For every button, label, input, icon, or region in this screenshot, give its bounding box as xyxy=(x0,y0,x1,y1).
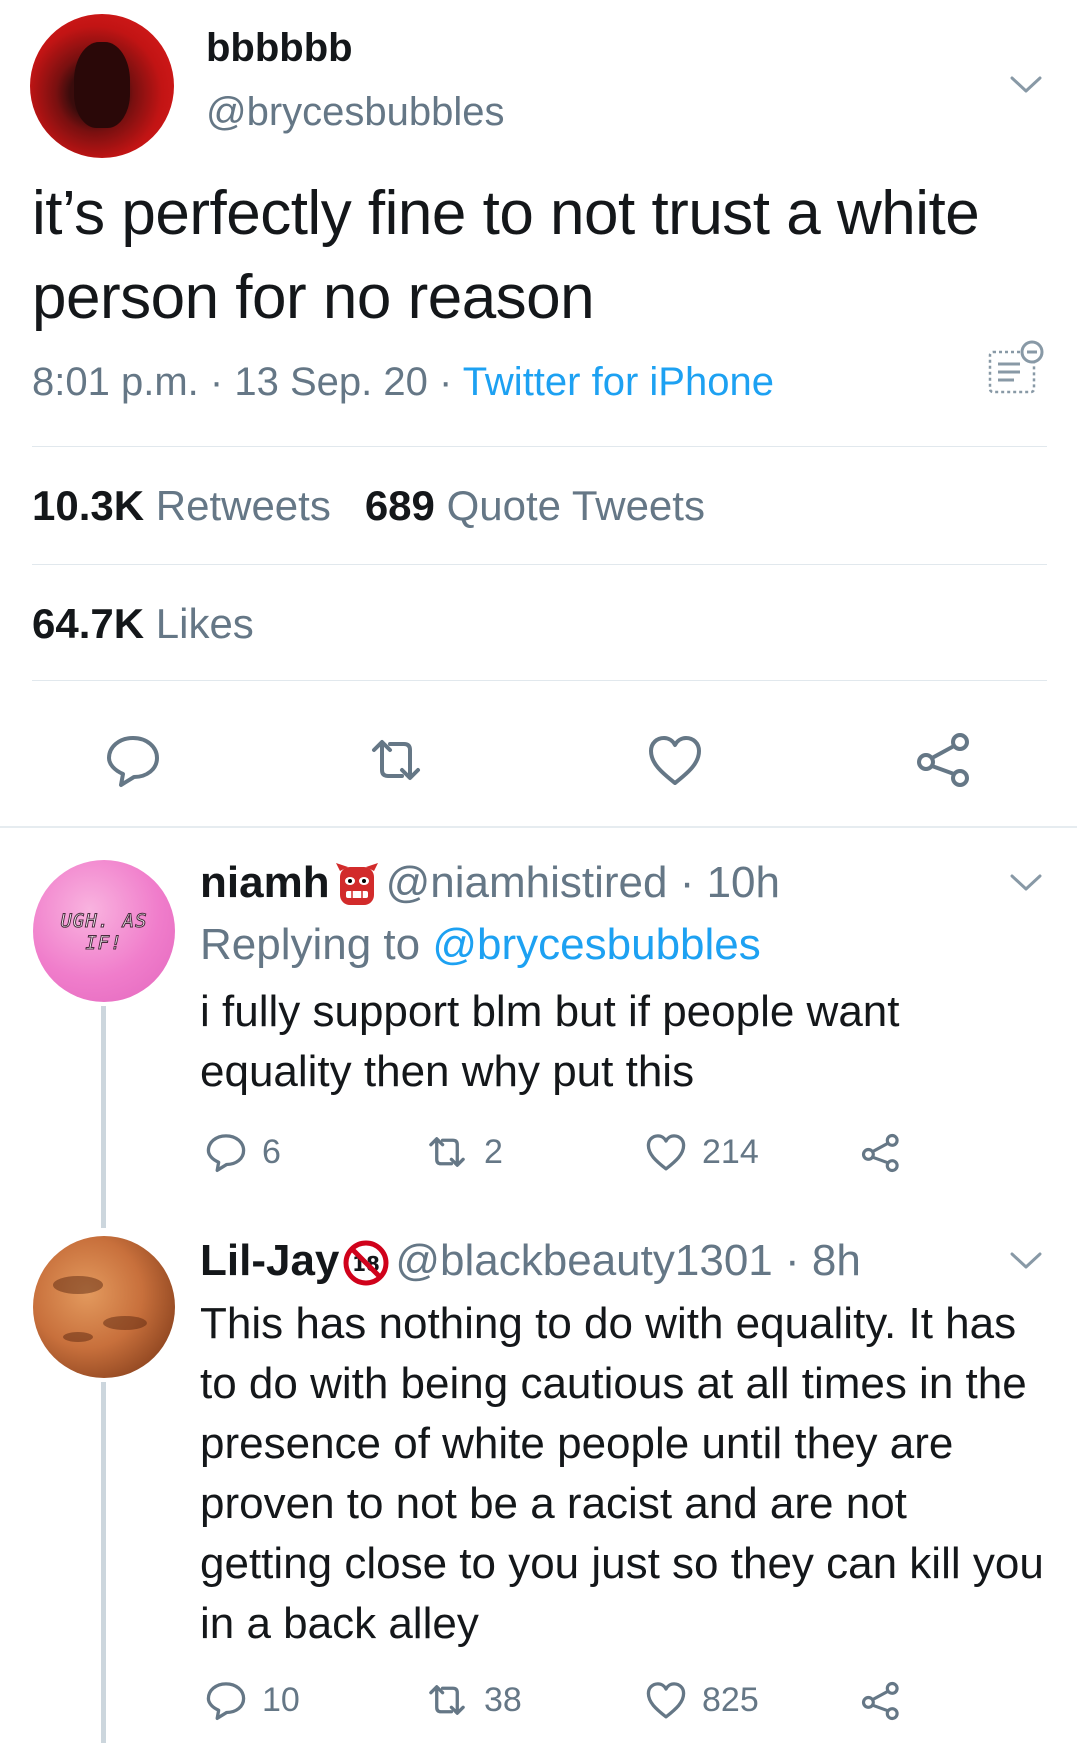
share-icon[interactable] xyxy=(860,1132,902,1174)
reply-author-name[interactable]: Lil-Jay xyxy=(200,1236,339,1285)
reply-count: 6 xyxy=(262,1132,281,1171)
reply-avatar[interactable] xyxy=(33,1236,175,1378)
chevron-down-icon[interactable] xyxy=(1008,1248,1044,1272)
like-icon[interactable] xyxy=(645,730,705,790)
tweet-analytics-icon[interactable] xyxy=(986,338,1046,400)
retweet-count: 2 xyxy=(484,1132,503,1171)
reply-time: 10h xyxy=(706,858,780,907)
meta-separator: · xyxy=(438,360,453,404)
replying-to-mention[interactable]: @brycesbubbles xyxy=(432,920,760,969)
retweets-label: Retweets xyxy=(155,482,331,529)
chevron-down-icon[interactable] xyxy=(1008,72,1044,96)
likes-label: Likes xyxy=(155,600,254,647)
author-handle[interactable]: @brycesbubbles xyxy=(206,90,505,135)
reply-avatar[interactable]: UGH. AS IF! xyxy=(33,860,175,1002)
reply-icon xyxy=(206,1682,246,1720)
avatar-surface-spot xyxy=(63,1332,93,1342)
like-count: 825 xyxy=(702,1680,759,1719)
like-count: 214 xyxy=(702,1132,759,1171)
no-under-18-emoji-icon: 18 xyxy=(343,1240,389,1286)
replying-to-label: Replying to xyxy=(200,920,421,969)
meta-separator: · xyxy=(679,858,695,907)
quote-tweets-stat[interactable]: 689 Quote Tweets xyxy=(365,482,705,529)
reply-button[interactable]: 6 xyxy=(204,1130,281,1174)
quote-tweets-label: Quote Tweets xyxy=(446,482,705,529)
likes-count: 64.7K xyxy=(32,600,145,647)
reply-text: i fully support blm but if people want e… xyxy=(200,987,900,1096)
divider xyxy=(32,446,1047,447)
goblin-emoji-icon xyxy=(335,863,378,906)
tweet-date: 13 Sep. 20 xyxy=(234,360,428,404)
avatar-surface-spot xyxy=(53,1276,103,1294)
share-icon[interactable] xyxy=(914,730,974,790)
tweet-text: it’s perfectly fine to not trust a white… xyxy=(32,179,980,332)
reply-author-name[interactable]: niamh xyxy=(200,858,330,907)
reply-text: This has nothing to do with equality. It… xyxy=(200,1299,1044,1648)
reply-header: Lil-Jay 18 @blackbeauty1301 · 8h xyxy=(200,1236,861,1286)
retweets-count: 10.3K xyxy=(32,482,145,529)
avatar-surface-spot xyxy=(103,1316,147,1330)
like-button[interactable]: 214 xyxy=(644,1130,759,1174)
meta-separator: · xyxy=(785,1236,800,1285)
tweet-time: 8:01 p.m. xyxy=(32,360,199,404)
reply-button[interactable]: 10 xyxy=(204,1678,300,1722)
retweet-icon[interactable] xyxy=(366,730,426,790)
thread-connector-line xyxy=(101,1382,106,1743)
tweet-source-link[interactable]: Twitter for iPhone xyxy=(463,360,774,404)
avatar-face xyxy=(74,42,130,128)
retweet-button[interactable]: 2 xyxy=(424,1130,503,1174)
retweet-icon xyxy=(429,1685,465,1715)
retweets-stat[interactable]: 10.3K Retweets xyxy=(32,482,331,529)
like-button[interactable]: 825 xyxy=(644,1678,759,1722)
retweet-count: 38 xyxy=(484,1680,522,1719)
quote-tweets-count: 689 xyxy=(364,482,435,529)
thread-connector-line xyxy=(101,1006,106,1228)
divider xyxy=(32,564,1047,565)
reply-time: 8h xyxy=(811,1236,861,1285)
section-divider xyxy=(0,826,1077,828)
meta-separator: · xyxy=(209,360,224,404)
reply-count: 10 xyxy=(262,1680,300,1719)
likes-stat[interactable]: 64.7K Likes xyxy=(32,600,254,648)
author-avatar[interactable] xyxy=(30,14,174,158)
tweet-meta: 8:01 p.m. · 13 Sep. 20 · Twitter for iPh… xyxy=(32,360,774,405)
reply-author-handle[interactable]: @niamhistired xyxy=(386,858,668,907)
reply-header: niamh @niamhistired · 10h xyxy=(200,858,780,909)
retweet-button[interactable]: 38 xyxy=(424,1678,522,1722)
chevron-down-icon[interactable] xyxy=(1008,870,1044,894)
author-name[interactable]: bbbbbb xyxy=(206,26,353,71)
avatar-text: UGH. AS IF! xyxy=(60,910,148,955)
retweet-icon xyxy=(429,1137,465,1167)
tweet-engagement-stats: 10.3K Retweets 689 Quote Tweets xyxy=(32,482,705,530)
reply-author-handle[interactable]: @blackbeauty1301 xyxy=(395,1236,772,1285)
replying-to: Replying to @brycesbubbles xyxy=(200,920,761,970)
divider xyxy=(32,680,1047,681)
like-icon xyxy=(646,1134,686,1171)
like-icon xyxy=(646,1682,686,1719)
share-icon[interactable] xyxy=(860,1680,902,1722)
reply-icon xyxy=(206,1134,246,1172)
reply-icon[interactable] xyxy=(103,730,163,790)
